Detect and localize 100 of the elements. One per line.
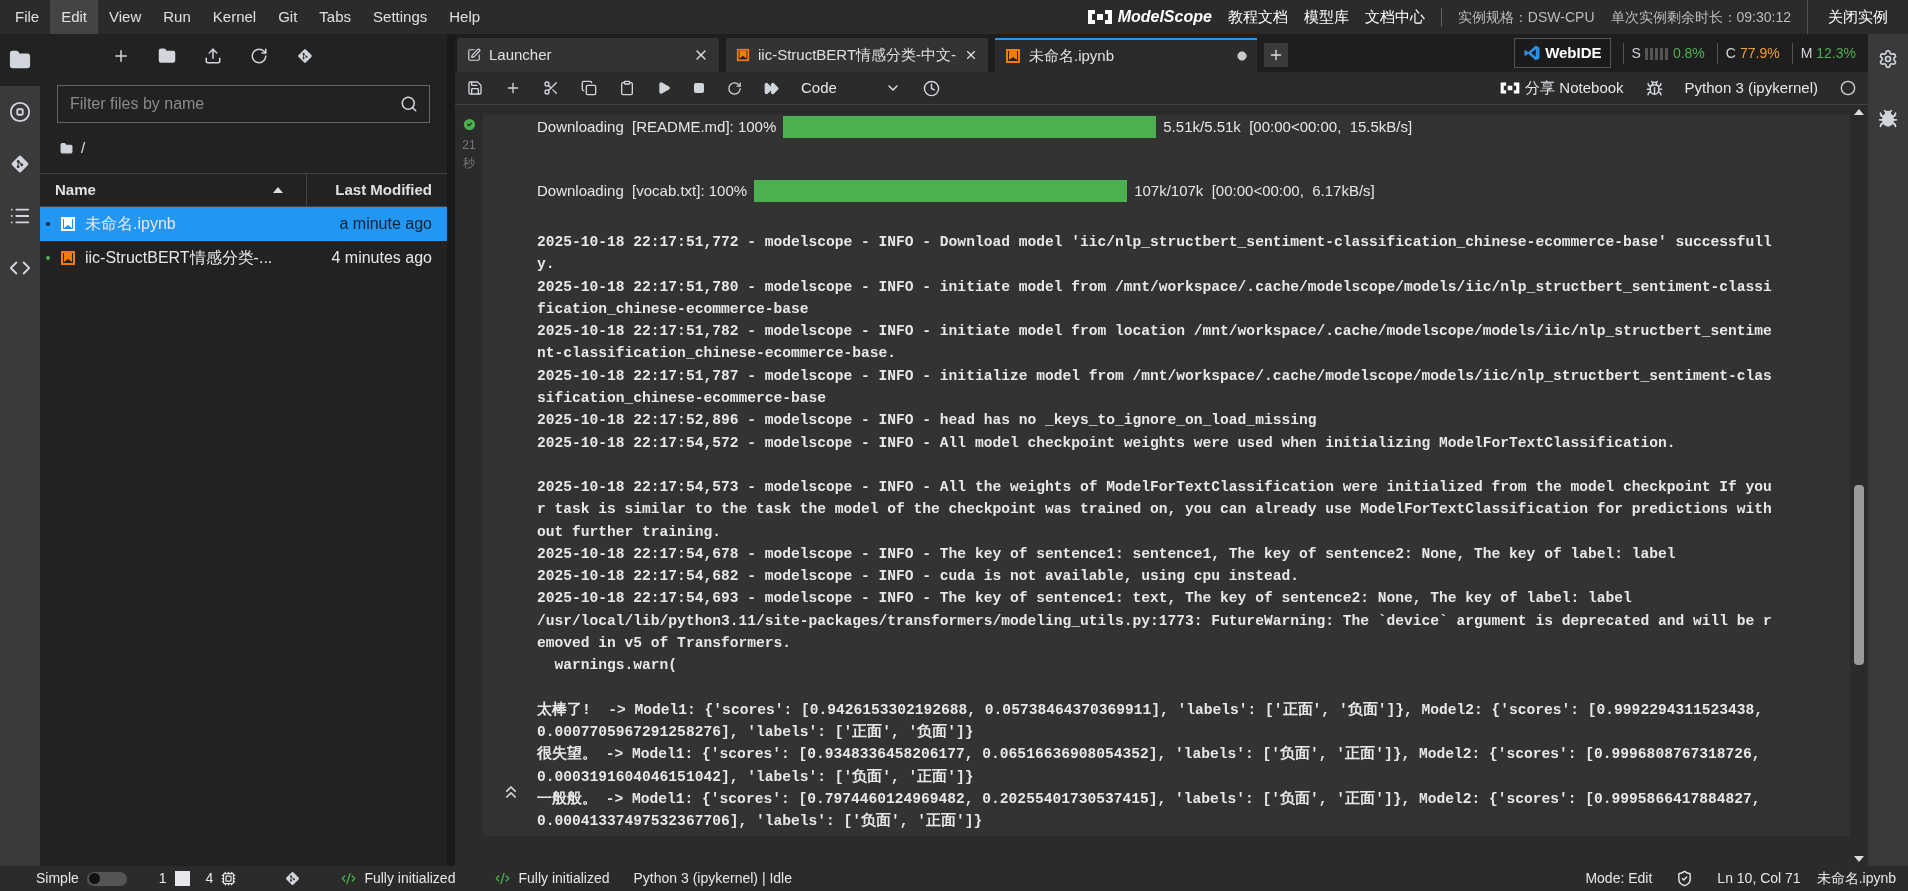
code-editor-icon (1523, 44, 1542, 62)
cursor-position: Ln 10, Col 71 (1717, 869, 1801, 888)
output-line: 太棒了! -> Model1: {'scores': [0.9426153302192688, 0.05738464370369911], 'labels': ['正面', '负面']}, Model2: {'scores': [0.9992294311523438, (537, 700, 1764, 720)
menu-item[interactable]: Tabs (308, 0, 363, 34)
notebook-icon (60, 216, 76, 232)
tab[interactable]: 未命名.ipynb (995, 38, 1257, 72)
file-modified: a minute ago (339, 214, 432, 234)
run-all-icon[interactable] (764, 80, 779, 96)
menu-item[interactable]: Git (267, 0, 309, 34)
output-line: out further training. (537, 522, 722, 542)
output-line: 一般般。 -> Model1: {'scores': [0.7974460124969482, 0.20255401730537415], 'labels': ['负面', '正面']}, Model2: {'scores': [0.9995866417884827, (537, 789, 1762, 809)
tab[interactable]: Launcher (457, 38, 719, 72)
new-folder-icon[interactable] (158, 47, 176, 65)
notebook-icon (1005, 48, 1021, 64)
debugger-icon[interactable] (1878, 109, 1898, 129)
menu-item[interactable]: File (4, 0, 51, 34)
unsaved-dot-icon (1237, 51, 1247, 61)
output-line: 2025-10-18 22:17:54,693 - modelscope - INFO - The key of sentence1: text, The key of sentence2: None, The key of label: label (537, 589, 1633, 609)
resource-label: M (1800, 43, 1813, 63)
brand-name: ModelScope (1117, 7, 1212, 27)
cell-type-select[interactable]: Code (801, 76, 901, 100)
shield-check-icon (1676, 870, 1694, 887)
resource-value: 12.3% (1816, 43, 1856, 63)
cut-icon[interactable] (543, 80, 559, 96)
restart-icon[interactable] (727, 80, 742, 96)
menu-item[interactable]: Help (438, 0, 492, 34)
top-link[interactable]: 文档中心 (1364, 5, 1425, 29)
share-button[interactable]: 分享 Notebook (1499, 76, 1624, 100)
insert-cell-icon[interactable] (505, 80, 521, 96)
copy-icon[interactable] (581, 80, 597, 96)
terminal-count: 1 (158, 869, 167, 888)
clock-icon[interactable] (923, 79, 940, 97)
file-modified: 4 minutes ago (331, 248, 432, 268)
remaining-time: 单次实例剩余时长：09:30:12 (1610, 7, 1791, 27)
output-line: 2025-10-18 22:17:52,896 - modelscope - INFO - head has no _keys_to_ignore_on_load_missing (537, 411, 1318, 431)
output-line: r task is similar to the task the model of the checkpoint was trained on, you can already use ModelForTextClassification for predictions with (537, 500, 1773, 520)
kernel-count: 4 (205, 869, 214, 888)
output-line: sification_chinese-ecommerce-base (537, 389, 827, 409)
cpu-icon (221, 871, 237, 886)
kernel-name[interactable]: Python 3 (ipykernel) (1684, 76, 1818, 100)
upload-icon[interactable] (204, 47, 222, 65)
folder-icon[interactable] (9, 49, 31, 71)
new-file-icon[interactable] (112, 47, 130, 65)
output-line: emoved in v5 of Transformers. (537, 634, 792, 654)
logo-icon (1499, 81, 1522, 95)
file-row[interactable]: iic-StructBERT情感分类-... 4 minutes ago (40, 241, 447, 275)
menu-item[interactable]: Kernel (201, 0, 268, 34)
save-icon[interactable] (467, 80, 483, 96)
new-tab-button[interactable] (1264, 43, 1288, 67)
output-line: 很失望。 -> Model1: {'scores': [0.9348336458206177, 0.06516636908054352], 'labels': ['负面', '正面']}, Model2: {'scores': [0.9996808767318726, (537, 744, 1762, 765)
webide-badge[interactable]: WebIDE (1514, 37, 1611, 69)
output-line: 0.0007705967291258276], 'labels': ['正面', '负面']} (537, 722, 975, 742)
resource-label: S (1631, 43, 1641, 63)
filter-field[interactable]: Filter files by name (57, 85, 430, 123)
scroll-down-icon[interactable] (1854, 856, 1864, 862)
output-line: 2025-10-18 22:17:51,787 - modelscope - INFO - initialize model from /mnt/workspace/.cache/modelscope/models/iic/nlp_structbert_sentiment-clas (537, 366, 1773, 386)
extension-icon (495, 871, 511, 886)
notebook-icon (736, 47, 750, 63)
menu-item[interactable]: Run (152, 0, 202, 34)
menu-item[interactable]: Edit (50, 0, 99, 34)
breadcrumb-path[interactable]: / (81, 136, 86, 160)
output-line: 0.0003191604046151042], 'labels': ['负面', '正面']} (537, 767, 975, 787)
output-line: 2025-10-18 22:17:54,682 - modelscope - INFO - cuda is not available, using cpu instead. (537, 567, 1300, 587)
cpu-bars-icon (1644, 46, 1669, 60)
output-line: warnings.warn( (553, 656, 679, 676)
output-line: nt-classification_chinese-ecommerce-base. (537, 344, 898, 364)
extension-status: Fully initialized (518, 869, 610, 888)
folder-icon (60, 141, 73, 155)
output-line: 2025-10-18 22:17:54,678 - modelscope - INFO - The key of sentence1: sentence1, The key of sentence2: None, The key of label: label (537, 544, 1677, 564)
instance-spec: 实例规格：DSW-CPU (1457, 7, 1595, 27)
simple-mode-label: Simple (36, 869, 79, 888)
download-stats: 107k/107k [00:00<00:00, 6.17kB/s] (1134, 180, 1375, 201)
scroll-up-icon[interactable] (1854, 109, 1864, 115)
resource-value: 0.8% (1672, 43, 1705, 63)
brand-logo[interactable]: ModelScope (1085, 5, 1212, 29)
file-row[interactable]: 未命名.ipynb a minute ago (40, 207, 447, 241)
output-line: 2025-10-18 22:17:51,780 - modelscope - INFO - initiate model from /mnt/workspace/.cache/modelscope/models/iic/nlp_structbert_sentiment-classi (537, 277, 1773, 297)
column-header[interactable]: Name (40, 174, 307, 206)
top-link[interactable]: 模型库 (1303, 5, 1349, 29)
scrollbar-thumb[interactable] (1854, 485, 1864, 665)
menu-item[interactable]: View (98, 0, 153, 34)
debugger-icon[interactable] (1645, 79, 1663, 97)
paste-icon[interactable] (619, 80, 635, 96)
refresh-icon[interactable] (250, 47, 268, 65)
settings-icon[interactable] (1878, 49, 1898, 69)
stop-circle-icon[interactable] (9, 101, 31, 123)
file-name: 未命名.ipynb (1816, 869, 1896, 888)
download-stats: 5.51k/5.51k [00:00<00:00, 15.5kB/s] (1163, 116, 1413, 137)
simple-mode-switch[interactable] (86, 871, 127, 886)
run-icon[interactable] (657, 81, 671, 95)
column-header[interactable]: Last Modified (307, 174, 447, 206)
stop-icon[interactable] (693, 82, 705, 94)
top-link[interactable]: 教程文档 (1227, 5, 1288, 29)
search-icon (400, 95, 418, 113)
tab[interactable]: iic-StructBERT情感分类-中文- (726, 38, 988, 72)
edit-mode: Mode: Edit (1585, 869, 1653, 888)
resource-value: 77.9% (1739, 43, 1780, 63)
plus-icon (1268, 47, 1284, 63)
output-line: 2025-10-18 22:17:51,772 - modelscope - INFO - Download model 'iic/nlp_structbert_sentiment-classification_chinese-ecommerce-base' successfull (537, 233, 1773, 252)
menu-item[interactable]: Settings (362, 0, 439, 34)
